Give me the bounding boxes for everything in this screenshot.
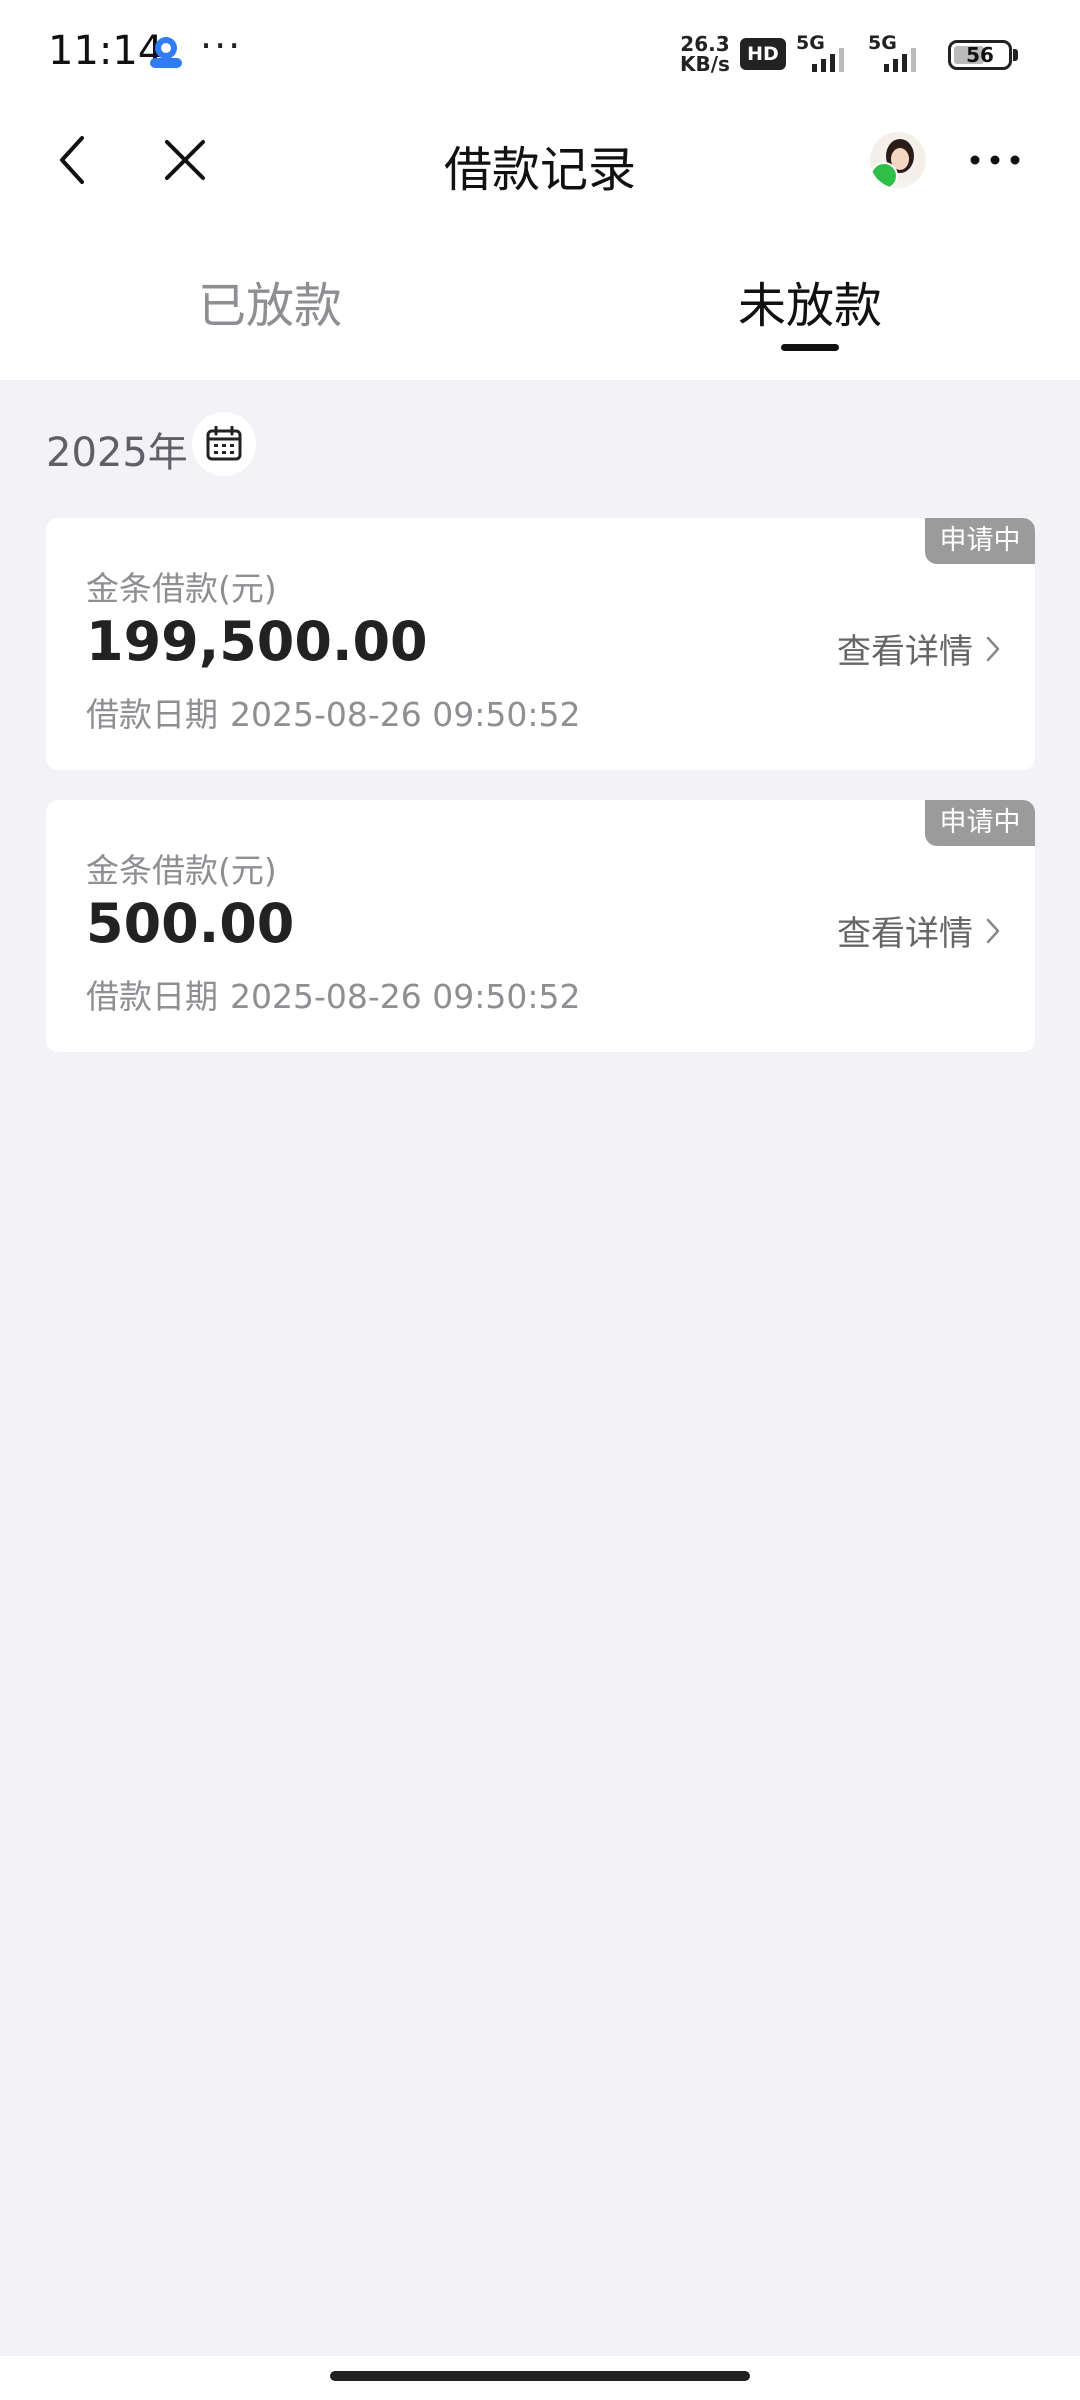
- loan-amount: 500.00: [86, 892, 295, 955]
- tab-disbursed[interactable]: 已放款: [120, 266, 420, 336]
- more-button[interactable]: [965, 130, 1025, 190]
- loan-amount: 199,500.00: [86, 610, 428, 673]
- wechat-icon: [870, 162, 898, 188]
- network-speed: 26.3 KB/s: [680, 32, 730, 76]
- home-indicator[interactable]: [330, 2371, 750, 2381]
- loan-type-label: 金条借款(元): [86, 851, 277, 890]
- view-details-link[interactable]: 查看详情: [837, 624, 1001, 673]
- nav-bar: 借款记录: [0, 110, 1080, 210]
- app-notification-icon: [146, 32, 186, 72]
- year-filter-label[interactable]: 2025年: [46, 420, 188, 478]
- loan-record-card[interactable]: 申请中 金条借款(元) 199,500.00 借款日期 2025-08-26 09…: [46, 518, 1035, 770]
- hd-voice-badge: HD: [740, 38, 786, 70]
- tab-bar: 已放款 未放款: [0, 240, 1080, 351]
- loan-type-label: 金条借款(元): [86, 569, 277, 608]
- calendar-icon: [206, 426, 242, 461]
- service-avatar[interactable]: [870, 132, 926, 188]
- active-tab-indicator: [781, 344, 839, 351]
- more-dots-icon: [970, 155, 1020, 165]
- battery-icon: 56: [948, 40, 1012, 70]
- chevron-right-icon: [986, 918, 1000, 943]
- status-bar: 11:14 ··· 26.3 KB/s HD 5G 5G 56: [0, 0, 1080, 110]
- calendar-button[interactable]: [192, 412, 256, 476]
- status-more-dots: ···: [200, 24, 243, 68]
- tab-not-disbursed[interactable]: 未放款: [660, 266, 960, 336]
- status-badge: 申请中: [925, 800, 1035, 846]
- status-badge: 申请中: [925, 518, 1035, 564]
- loan-date: 借款日期 2025-08-26 09:50:52: [86, 695, 581, 734]
- chevron-right-icon: [986, 636, 1000, 661]
- loan-record-card[interactable]: 申请中 金条借款(元) 500.00 借款日期 2025-08-26 09:50:…: [46, 800, 1035, 1052]
- view-details-link[interactable]: 查看详情: [837, 906, 1001, 955]
- loan-date: 借款日期 2025-08-26 09:50:52: [86, 977, 581, 1016]
